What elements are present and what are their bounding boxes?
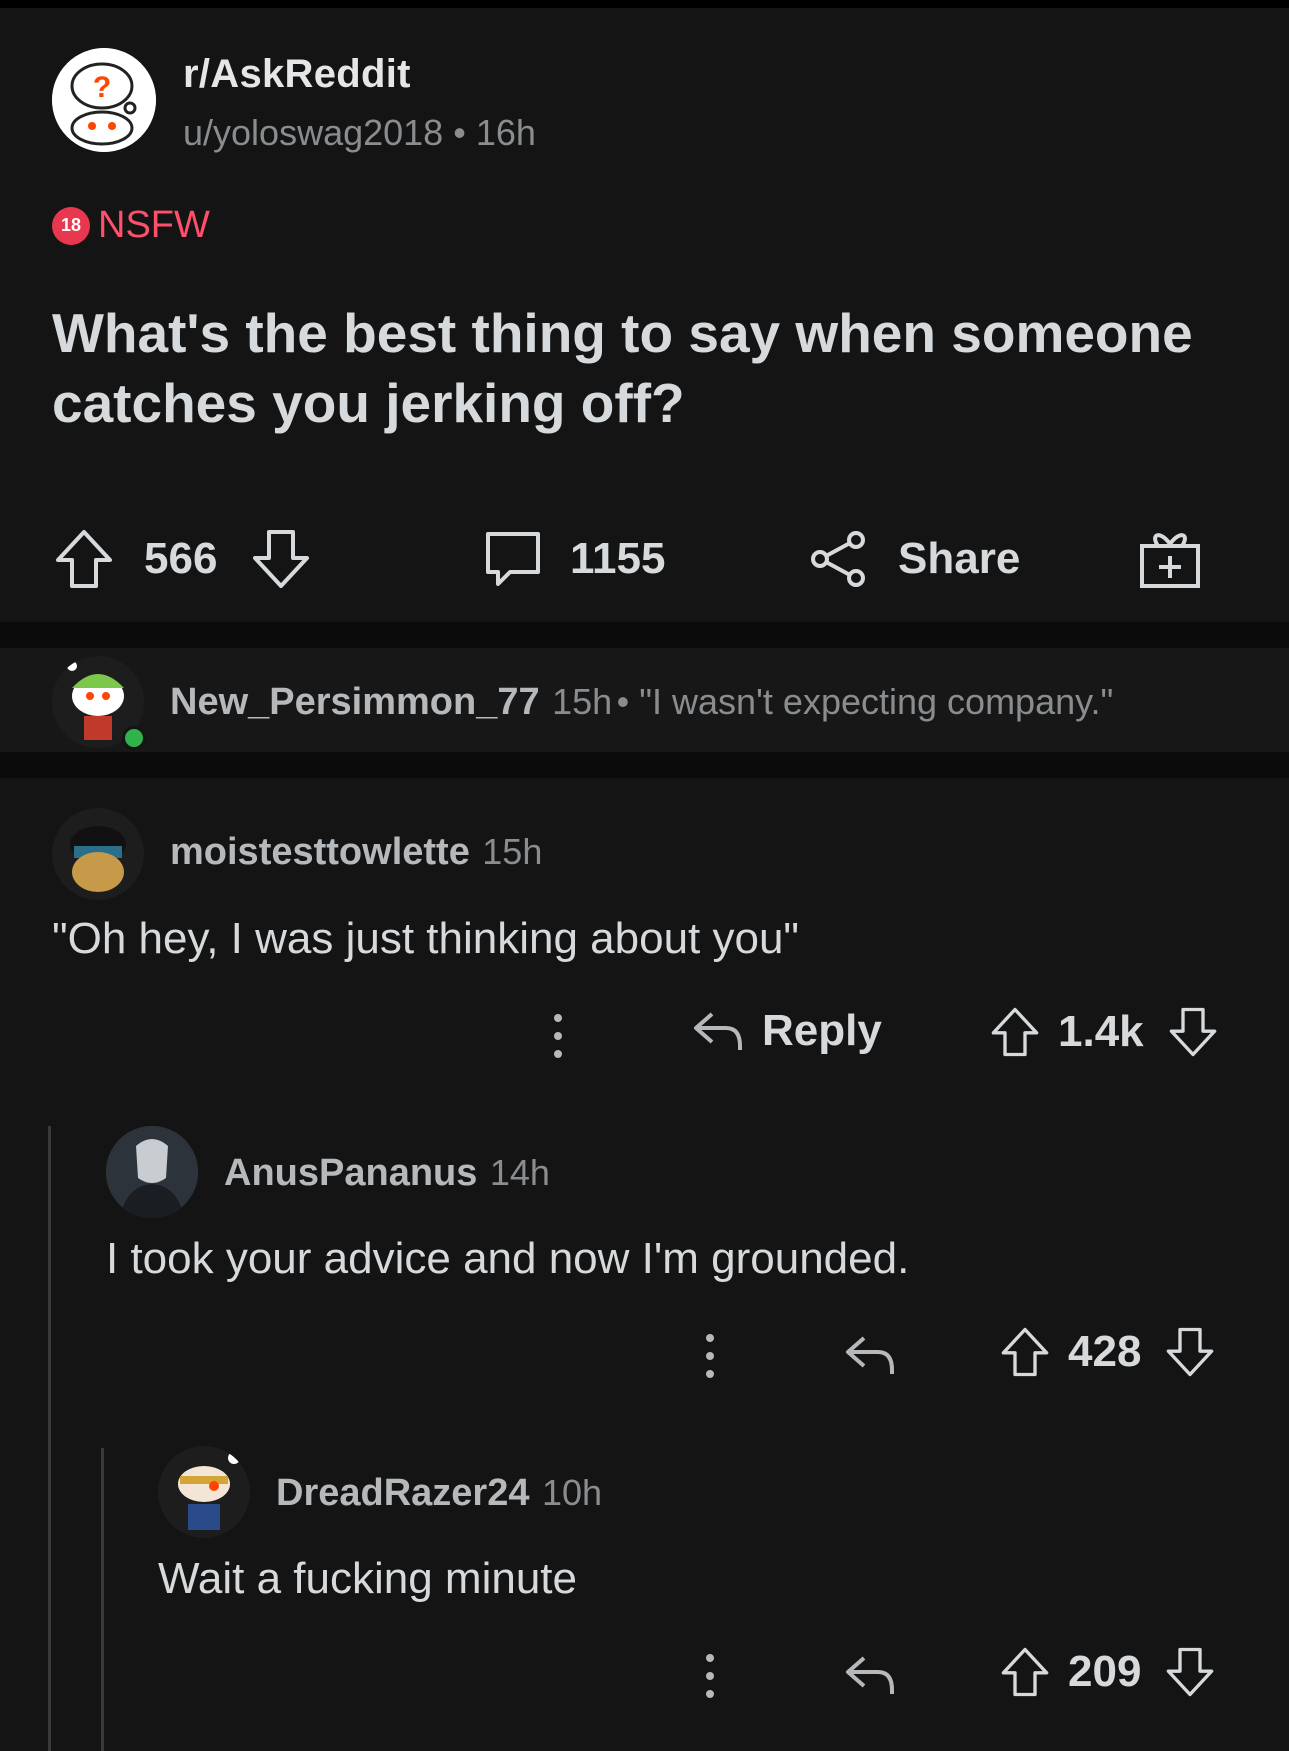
reply-label: Reply: [762, 1006, 882, 1055]
comment-time: 10h: [541, 1472, 603, 1513]
nsfw-18-icon: 18: [52, 206, 90, 245]
comment-body: "Oh hey, I was just thinking about you": [52, 914, 800, 963]
subreddit-name[interactable]: r/AskReddit: [183, 52, 411, 97]
upvote-icon[interactable]: [990, 1006, 1040, 1058]
comment-header: AnusPananus 14h: [224, 1152, 550, 1195]
nsfw-label: NSFW: [98, 204, 210, 246]
top-edge: [0, 0, 1289, 8]
reply-icon: [690, 1006, 746, 1056]
reply-button[interactable]: [842, 1650, 898, 1700]
comment-author[interactable]: AnusPananus: [224, 1152, 477, 1194]
comment-header: moistesttowlette 15h: [170, 831, 542, 874]
avatar[interactable]: [106, 1126, 198, 1218]
collapsed-comment-text: New_Persimmon_77 15h • "I wasn't expecti…: [170, 681, 1113, 724]
comment-preview: "I wasn't expecting company.": [639, 681, 1114, 722]
nsfw-tag: 18 NSFW: [52, 204, 210, 247]
upvote-icon[interactable]: [1000, 1646, 1050, 1698]
thread-line[interactable]: [101, 1448, 104, 1751]
more-options-icon[interactable]: [700, 1326, 720, 1397]
reply-button[interactable]: [842, 1330, 898, 1380]
award-button[interactable]: [1138, 528, 1202, 590]
upvote-icon[interactable]: [1000, 1326, 1050, 1378]
comment-time: 15h: [552, 681, 613, 722]
comment-bubble-icon: [482, 528, 544, 590]
meta-separator: •: [616, 681, 640, 722]
comment-author[interactable]: moistesttowlette: [170, 831, 470, 873]
comment-vote-bar: 1.4k: [990, 1006, 1218, 1058]
share-icon: [808, 528, 868, 590]
downvote-icon[interactable]: [251, 528, 311, 590]
comment-body: I took your advice and now I'm grounded.: [106, 1234, 910, 1283]
comment-time: 15h: [482, 831, 543, 872]
comment-score: 428: [1068, 1327, 1142, 1376]
svg-text:?: ?: [93, 71, 111, 104]
more-options-icon[interactable]: [548, 1006, 568, 1077]
downvote-icon[interactable]: [1168, 1006, 1218, 1058]
post-title[interactable]: What's the best thing to say when someon…: [52, 298, 1242, 438]
post-author[interactable]: u/yoloswag2018: [183, 112, 443, 153]
reply-icon: [842, 1330, 898, 1380]
post-score: 566: [144, 534, 218, 583]
post-vote-bar: 566: [54, 528, 311, 590]
avatar[interactable]: [158, 1446, 250, 1538]
comment-count: 1155: [570, 534, 666, 583]
share-button[interactable]: Share: [808, 528, 1020, 590]
meta-separator: •: [453, 112, 476, 153]
thread-line[interactable]: [48, 1126, 51, 1751]
post-time: 16h: [475, 112, 536, 153]
subreddit-avatar[interactable]: ?: [52, 48, 156, 152]
section-divider: [0, 622, 1289, 648]
online-indicator: [122, 726, 146, 750]
upvote-icon[interactable]: [54, 528, 114, 590]
comment-author[interactable]: New_Persimmon_77: [170, 681, 540, 723]
comment-time: 14h: [489, 1152, 550, 1193]
reply-button[interactable]: Reply: [690, 1006, 882, 1056]
comments-button[interactable]: 1155: [482, 528, 665, 590]
comment-author[interactable]: DreadRazer24: [276, 1472, 529, 1514]
comment-vote-bar: 428: [1000, 1326, 1215, 1378]
reply-icon: [842, 1650, 898, 1700]
comment-body: Wait a fucking minute: [158, 1554, 577, 1603]
downvote-icon[interactable]: [1165, 1646, 1215, 1698]
comment-score: 1.4k: [1058, 1007, 1144, 1056]
section-divider: [0, 752, 1289, 778]
downvote-icon[interactable]: [1165, 1326, 1215, 1378]
comment-score: 209: [1068, 1647, 1142, 1696]
more-options-icon[interactable]: [700, 1646, 720, 1717]
post-meta: u/yoloswag2018 • 16h: [183, 112, 536, 154]
award-icon: [1138, 528, 1202, 590]
avatar[interactable]: [52, 808, 144, 900]
share-label: Share: [898, 534, 1021, 583]
comment-header: DreadRazer24 10h: [276, 1472, 602, 1515]
comment-vote-bar: 209: [1000, 1646, 1215, 1698]
